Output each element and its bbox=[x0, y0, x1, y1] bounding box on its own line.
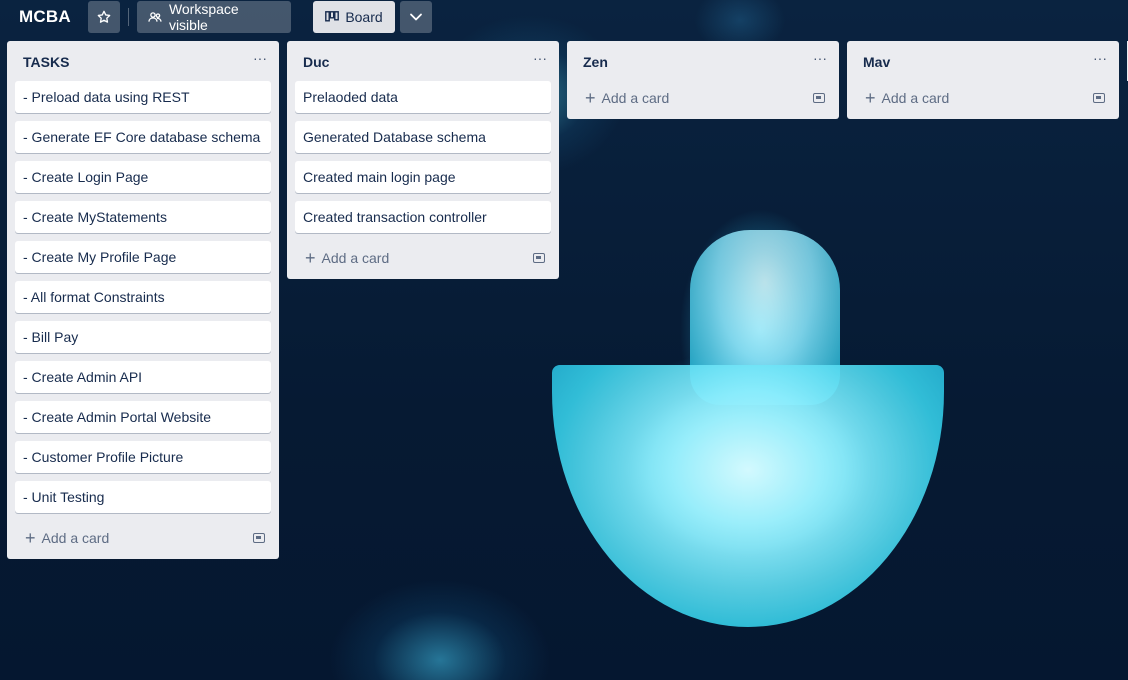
list-title[interactable]: Zen bbox=[583, 54, 608, 70]
chevron-down-icon bbox=[410, 13, 422, 21]
card[interactable]: - Customer Profile Picture bbox=[15, 441, 271, 473]
card[interactable]: - Create MyStatements bbox=[15, 201, 271, 233]
list-footer: + Add a card bbox=[287, 241, 559, 279]
card[interactable]: - Bill Pay bbox=[15, 321, 271, 353]
card-template-icon[interactable] bbox=[533, 253, 545, 263]
card-template-icon[interactable] bbox=[813, 93, 825, 103]
card[interactable]: Generated Database schema bbox=[295, 121, 551, 153]
card[interactable]: Created main login page bbox=[295, 161, 551, 193]
list-duc: Duc ··· Prelaoded data Generated Databas… bbox=[287, 41, 559, 279]
list-header: Zen ··· bbox=[567, 41, 839, 81]
star-icon bbox=[97, 10, 111, 23]
workspace-visibility-label: Workspace visible bbox=[168, 1, 239, 33]
add-card-button[interactable]: + Add a card bbox=[585, 88, 670, 108]
header-divider bbox=[128, 8, 129, 26]
add-card-label: Add a card bbox=[881, 90, 950, 106]
list-header: Duc ··· bbox=[287, 41, 559, 81]
card-template-icon[interactable] bbox=[1093, 93, 1105, 103]
add-card-button[interactable]: + Add a card bbox=[865, 88, 950, 108]
list-title[interactable]: Duc bbox=[303, 54, 329, 70]
list-title[interactable]: TASKS bbox=[23, 54, 69, 70]
list-tasks: TASKS ··· - Preload data using REST - Ge… bbox=[7, 41, 279, 559]
workspace-visibility-button[interactable]: Workspace visible bbox=[137, 1, 291, 33]
card[interactable]: Created transaction controller bbox=[295, 201, 551, 233]
plus-icon: + bbox=[305, 248, 316, 268]
plus-icon: + bbox=[585, 88, 596, 108]
add-card-label: Add a card bbox=[41, 530, 110, 546]
list-footer: + Add a card bbox=[567, 81, 839, 119]
card[interactable]: - All format Constraints bbox=[15, 281, 271, 313]
list-footer: + Add a card bbox=[7, 521, 279, 559]
list-title[interactable]: Mav bbox=[863, 54, 890, 70]
card[interactable]: - Create Login Page bbox=[15, 161, 271, 193]
board-icon bbox=[325, 11, 340, 22]
view-switcher-button[interactable] bbox=[400, 1, 432, 33]
list-menu-icon[interactable]: ··· bbox=[253, 51, 267, 65]
card[interactable]: - Create My Profile Page bbox=[15, 241, 271, 273]
board-view-button[interactable]: Board bbox=[313, 1, 395, 33]
card[interactable]: - Unit Testing bbox=[15, 481, 271, 513]
list-footer: + Add a card bbox=[847, 81, 1119, 119]
people-icon bbox=[148, 12, 162, 22]
card[interactable]: - Create Admin API bbox=[15, 361, 271, 393]
add-card-button[interactable]: + Add a card bbox=[25, 528, 110, 548]
card[interactable]: - Preload data using REST bbox=[15, 81, 271, 113]
card[interactable]: - Create Admin Portal Website bbox=[15, 401, 271, 433]
board-title[interactable]: MCBA bbox=[19, 7, 71, 27]
add-card-button[interactable]: + Add a card bbox=[305, 248, 390, 268]
card[interactable]: - Generate EF Core database schema bbox=[15, 121, 271, 153]
list-header: Mav ··· bbox=[847, 41, 1119, 81]
board-view-label: Board bbox=[345, 9, 383, 25]
card[interactable]: Prelaoded data bbox=[295, 81, 551, 113]
add-card-label: Add a card bbox=[321, 250, 390, 266]
plus-icon: + bbox=[865, 88, 876, 108]
list-header: TASKS ··· bbox=[7, 41, 279, 81]
star-board-button[interactable] bbox=[88, 1, 120, 33]
card-template-icon[interactable] bbox=[253, 533, 265, 543]
board-header: MCBA Workspace visible Board bbox=[0, 0, 1128, 34]
plus-icon: + bbox=[25, 528, 36, 548]
list-menu-icon[interactable]: ··· bbox=[813, 51, 827, 65]
list-menu-icon[interactable]: ··· bbox=[533, 51, 547, 65]
add-card-label: Add a card bbox=[601, 90, 670, 106]
list-zen: Zen ··· + Add a card bbox=[567, 41, 839, 119]
list-mav: Mav ··· + Add a card bbox=[847, 41, 1119, 119]
list-menu-icon[interactable]: ··· bbox=[1093, 51, 1107, 65]
